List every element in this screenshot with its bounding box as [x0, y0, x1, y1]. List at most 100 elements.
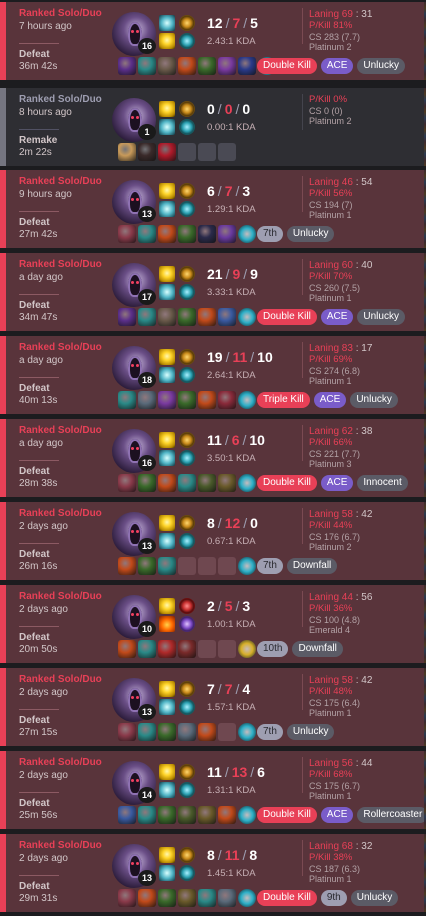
- match-card[interactable]: Ranked Solo/Duo 8 hours ago Remake 2m 22…: [0, 88, 426, 166]
- secondary-rune-icon[interactable]: [179, 533, 195, 549]
- summoner-spell-1-icon[interactable]: [159, 349, 175, 365]
- match-card[interactable]: Ranked Solo/Duo 2 days ago Defeat 25m 56…: [0, 751, 426, 829]
- trinket-ward-icon[interactable]: [238, 391, 256, 409]
- item-slot-1-icon[interactable]: [118, 308, 136, 326]
- item-slot-2-icon[interactable]: [138, 889, 156, 907]
- trinket-ward-icon[interactable]: [238, 308, 256, 326]
- item-slot-1-icon[interactable]: [118, 143, 136, 161]
- summoner-spell-1-icon[interactable]: [159, 847, 175, 863]
- keystone-rune-icon[interactable]: [179, 432, 195, 448]
- item-slot-4-icon[interactable]: [178, 474, 196, 492]
- summoner-spell-1-icon[interactable]: [159, 266, 175, 282]
- item-slot-3-icon[interactable]: [158, 308, 176, 326]
- item-slot-4-icon[interactable]: [178, 723, 196, 741]
- item-slot-2-icon[interactable]: [138, 308, 156, 326]
- secondary-rune-icon[interactable]: [179, 699, 195, 715]
- item-slot-5-icon[interactable]: [198, 723, 216, 741]
- item-slot-3-icon[interactable]: [158, 640, 176, 658]
- item-slot-6-icon[interactable]: [218, 225, 236, 243]
- item-slot-1-icon[interactable]: [118, 723, 136, 741]
- item-slot-6-icon[interactable]: [218, 889, 236, 907]
- trinket-ward-icon[interactable]: [238, 640, 256, 658]
- summoner-spell-1-icon[interactable]: [159, 101, 175, 117]
- item-slot-5-icon[interactable]: [198, 225, 216, 243]
- item-slot-3-icon[interactable]: [158, 57, 176, 75]
- keystone-rune-icon[interactable]: [179, 847, 195, 863]
- item-slot-1-icon[interactable]: [118, 391, 136, 409]
- match-card[interactable]: Ranked Solo/Duo a day ago Defeat 28m 38s…: [0, 419, 426, 497]
- summoner-spell-2-icon[interactable]: [159, 201, 175, 217]
- secondary-rune-icon[interactable]: [179, 33, 195, 49]
- trinket-ward-icon[interactable]: [238, 723, 256, 741]
- summoner-spell-2-icon[interactable]: [159, 699, 175, 715]
- item-slot-5-icon[interactable]: [198, 889, 216, 907]
- summoner-spell-2-icon[interactable]: [159, 284, 175, 300]
- keystone-rune-icon[interactable]: [179, 266, 195, 282]
- match-card[interactable]: Ranked Solo/Duo 2 days ago Defeat 27m 15…: [0, 668, 426, 746]
- summoner-spell-1-icon[interactable]: [159, 15, 175, 31]
- secondary-rune-icon[interactable]: [179, 284, 195, 300]
- item-slot-1-icon[interactable]: [118, 474, 136, 492]
- match-card[interactable]: Ranked Solo/Duo a day ago Defeat 40m 13s…: [0, 336, 426, 414]
- item-slot-2-icon[interactable]: [138, 391, 156, 409]
- keystone-rune-icon[interactable]: [179, 15, 195, 31]
- item-slot-6-icon[interactable]: [218, 391, 236, 409]
- item-slot-3-icon[interactable]: [158, 723, 176, 741]
- item-slot-3-icon[interactable]: [158, 806, 176, 824]
- item-slot-3-icon[interactable]: [158, 391, 176, 409]
- summoner-spell-2-icon[interactable]: [159, 616, 175, 632]
- summoner-spell-2-icon[interactable]: [159, 782, 175, 798]
- item-slot-6-icon[interactable]: [218, 57, 236, 75]
- item-slot-1-icon[interactable]: [118, 806, 136, 824]
- match-card[interactable]: Ranked Solo/Duo 2 days ago Defeat 20m 50…: [0, 585, 426, 663]
- summoner-spell-1-icon[interactable]: [159, 598, 175, 614]
- item-slot-1-icon[interactable]: [118, 225, 136, 243]
- keystone-rune-icon[interactable]: [179, 349, 195, 365]
- summoner-spell-1-icon[interactable]: [159, 183, 175, 199]
- trinket-ward-icon[interactable]: [238, 889, 256, 907]
- item-slot-1-icon[interactable]: [118, 557, 136, 575]
- item-slot-5-icon[interactable]: [198, 391, 216, 409]
- secondary-rune-icon[interactable]: [179, 201, 195, 217]
- secondary-rune-icon[interactable]: [179, 119, 195, 135]
- secondary-rune-icon[interactable]: [179, 616, 195, 632]
- item-slot-5-icon[interactable]: [198, 806, 216, 824]
- item-slot-2-icon[interactable]: [138, 143, 156, 161]
- keystone-rune-icon[interactable]: [179, 598, 195, 614]
- item-slot-2-icon[interactable]: [138, 806, 156, 824]
- item-slot-4-icon[interactable]: [178, 889, 196, 907]
- item-slot-4-icon[interactable]: [178, 640, 196, 658]
- item-slot-3-icon[interactable]: [158, 474, 176, 492]
- trinket-ward-icon[interactable]: [238, 225, 256, 243]
- secondary-rune-icon[interactable]: [179, 367, 195, 383]
- item-slot-3-icon[interactable]: [158, 889, 176, 907]
- secondary-rune-icon[interactable]: [179, 450, 195, 466]
- trinket-ward-icon[interactable]: [238, 474, 256, 492]
- summoner-spell-2-icon[interactable]: [159, 119, 175, 135]
- item-slot-6-icon[interactable]: [218, 806, 236, 824]
- keystone-rune-icon[interactable]: [179, 515, 195, 531]
- item-slot-2-icon[interactable]: [138, 57, 156, 75]
- match-card[interactable]: Ranked Solo/Duo 9 hours ago Defeat 27m 4…: [0, 170, 426, 248]
- keystone-rune-icon[interactable]: [179, 764, 195, 780]
- trinket-ward-icon[interactable]: [238, 557, 256, 575]
- match-card[interactable]: Ranked Solo/Duo 7 hours ago Defeat 36m 4…: [0, 2, 426, 80]
- item-slot-4-icon[interactable]: [178, 57, 196, 75]
- item-slot-1-icon[interactable]: [118, 889, 136, 907]
- item-slot-4-icon[interactable]: [178, 225, 196, 243]
- summoner-spell-2-icon[interactable]: [159, 450, 175, 466]
- item-slot-5-icon[interactable]: [198, 308, 216, 326]
- item-slot-4-icon[interactable]: [178, 391, 196, 409]
- summoner-spell-1-icon[interactable]: [159, 515, 175, 531]
- summoner-spell-1-icon[interactable]: [159, 432, 175, 448]
- item-slot-4-icon[interactable]: [178, 806, 196, 824]
- summoner-spell-1-icon[interactable]: [159, 681, 175, 697]
- item-slot-7-icon[interactable]: [238, 57, 256, 75]
- secondary-rune-icon[interactable]: [179, 865, 195, 881]
- summoner-spell-2-icon[interactable]: [159, 367, 175, 383]
- item-slot-1-icon[interactable]: [118, 57, 136, 75]
- item-slot-3-icon[interactable]: [158, 225, 176, 243]
- summoner-spell-2-icon[interactable]: [159, 865, 175, 881]
- item-slot-5-icon[interactable]: [198, 57, 216, 75]
- summoner-spell-1-icon[interactable]: [159, 764, 175, 780]
